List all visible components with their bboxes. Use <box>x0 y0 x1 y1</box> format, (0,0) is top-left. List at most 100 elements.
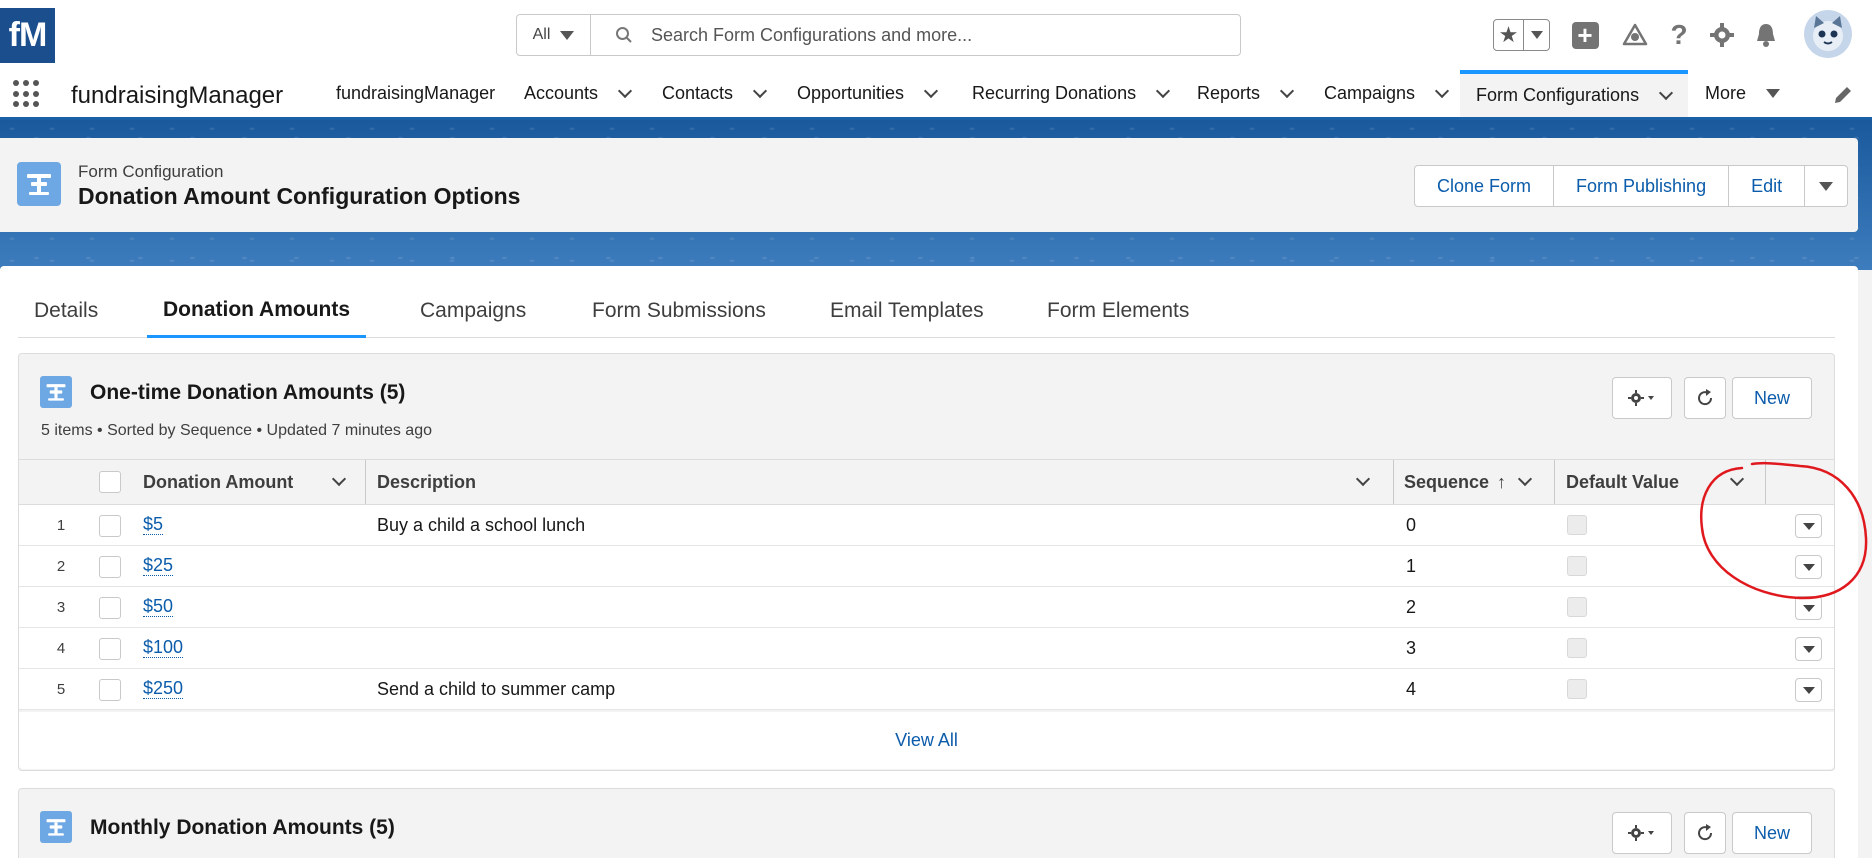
donation-amount-link[interactable]: $25 <box>143 555 174 577</box>
table-row: 3 $50 2 <box>19 587 1834 628</box>
search-input[interactable] <box>651 24 1211 46</box>
tab-donation-amounts[interactable]: Donation Amounts <box>147 284 367 338</box>
form-configuration-object-icon <box>17 162 61 206</box>
chevron-down-icon[interactable] <box>331 471 347 487</box>
donation-amount-link[interactable]: $250 <box>143 678 184 700</box>
app-logo[interactable]: fM <box>0 8 55 63</box>
favorites-menu-button[interactable] <box>1524 20 1549 50</box>
trailhead-icon[interactable] <box>1621 21 1649 49</box>
column-header-description[interactable]: Description <box>377 460 476 504</box>
refresh-button[interactable] <box>1684 377 1726 419</box>
tab-campaigns[interactable]: Campaigns <box>420 284 526 338</box>
chevron-down-icon[interactable] <box>1279 83 1295 98</box>
select-all-checkbox[interactable] <box>99 471 121 493</box>
nav-item-label: Campaigns <box>1324 83 1416 103</box>
row-number: 2 <box>56 557 66 575</box>
table-row: 5 $250 Send a child to summer camp 4 <box>19 669 1834 710</box>
notifications-bell-icon[interactable] <box>1752 21 1780 49</box>
form-publishing-button[interactable]: Form Publishing <box>1554 166 1730 206</box>
new-button[interactable]: New <box>1732 812 1812 854</box>
chevron-down-icon[interactable] <box>1156 83 1171 98</box>
gear-icon <box>1628 390 1654 406</box>
description-cell: Buy a child a school lunch <box>377 514 586 535</box>
row-actions-button[interactable] <box>1795 514 1822 538</box>
row-checkbox[interactable] <box>99 515 121 537</box>
one-time-list-title[interactable]: One-time Donation Amounts (5) <box>90 381 405 405</box>
donation-amount-link[interactable]: $5 <box>143 514 164 536</box>
nav-item-recurring-donations[interactable]: Recurring Donations <box>972 70 1171 117</box>
clone-form-button[interactable]: Clone Form <box>1415 166 1555 206</box>
nav-more-menu[interactable]: More <box>1705 70 1781 117</box>
column-divider[interactable] <box>1765 460 1766 504</box>
chevron-down-icon[interactable] <box>1434 83 1450 98</box>
new-button[interactable]: New <box>1732 377 1812 419</box>
refresh-button[interactable] <box>1684 812 1726 854</box>
monthly-list-title[interactable]: Monthly Donation Amounts (5) <box>90 816 395 840</box>
chevron-down-icon <box>1802 563 1815 571</box>
row-actions-button[interactable] <box>1795 555 1822 579</box>
chevron-down-icon[interactable] <box>752 83 768 98</box>
row-actions-button[interactable] <box>1795 596 1822 620</box>
row-checkbox[interactable] <box>99 556 121 578</box>
nav-item-opportunities[interactable]: Opportunities <box>797 70 939 117</box>
user-avatar[interactable] <box>1804 10 1852 58</box>
nav-item-label: Recurring Donations <box>972 83 1137 103</box>
default-value-checkbox <box>1567 638 1587 658</box>
table-header: Donation Amount Description Sequence ↑ D… <box>19 459 1834 505</box>
edit-nav-pencil-icon[interactable] <box>1832 84 1854 106</box>
view-all-link[interactable]: View All <box>19 712 1834 769</box>
donation-amount-link[interactable]: $50 <box>143 596 174 618</box>
chevron-down-icon[interactable] <box>1517 471 1533 487</box>
donation-amount-link[interactable]: $100 <box>143 637 184 659</box>
tab-form-submissions[interactable]: Form Submissions <box>592 284 766 338</box>
search-scope-dropdown[interactable]: All <box>517 15 591 55</box>
chevron-down-icon <box>1802 686 1815 694</box>
chevron-down-icon[interactable] <box>1729 471 1745 487</box>
tab-details[interactable]: Details <box>34 284 98 338</box>
favorites-star-icon[interactable]: ★ <box>1494 20 1524 50</box>
column-divider[interactable] <box>1554 460 1555 504</box>
sequence-cell: 1 <box>1406 555 1417 576</box>
donation-amount-object-icon <box>40 811 72 843</box>
default-value-checkbox <box>1567 515 1587 535</box>
nav-item-reports[interactable]: Reports <box>1197 70 1295 117</box>
chevron-down-icon[interactable] <box>1659 85 1674 100</box>
chevron-down-icon[interactable] <box>923 83 939 98</box>
favorites-group: ★ <box>1493 19 1550 51</box>
nav-item-campaigns[interactable]: Campaigns <box>1324 70 1450 117</box>
nav-item-accounts[interactable]: Accounts <box>524 70 633 117</box>
default-value-checkbox <box>1567 597 1587 617</box>
row-number: 5 <box>56 680 66 698</box>
column-header-donation-amount[interactable]: Donation Amount <box>143 460 293 504</box>
tab-form-elements[interactable]: Form Elements <box>1047 284 1189 338</box>
row-checkbox[interactable] <box>99 679 121 701</box>
sequence-cell: 3 <box>1406 637 1417 658</box>
setup-gear-icon[interactable] <box>1708 21 1736 49</box>
nav-item-contacts[interactable]: Contacts <box>662 70 768 117</box>
edit-button[interactable]: Edit <box>1729 166 1806 206</box>
column-header-sequence[interactable]: Sequence ↑ <box>1404 460 1506 504</box>
row-actions-button[interactable] <box>1795 678 1822 702</box>
global-actions-button[interactable]: + <box>1571 21 1599 49</box>
column-divider[interactable] <box>365 460 366 504</box>
list-settings-button[interactable] <box>1612 377 1672 419</box>
donation-amount-object-icon <box>40 376 72 408</box>
chevron-down-icon[interactable] <box>1355 471 1371 487</box>
nav-item-form-configurations[interactable]: Form Configurations <box>1460 70 1688 117</box>
nav-item-home[interactable]: fundraisingManager <box>336 70 495 117</box>
nav-item-label: Contacts <box>662 83 734 103</box>
chevron-down-icon[interactable] <box>617 83 633 98</box>
list-settings-button[interactable] <box>1612 812 1672 854</box>
column-divider[interactable] <box>1393 460 1394 504</box>
app-navigation: fundraisingManager fundraisingManager Ac… <box>0 70 1872 120</box>
nav-item-label: fundraisingManager <box>336 83 496 103</box>
app-launcher-icon[interactable] <box>13 80 41 108</box>
tab-email-templates[interactable]: Email Templates <box>830 284 984 338</box>
help-icon[interactable]: ? <box>1665 19 1693 50</box>
app-name: fundraisingManager <box>71 82 284 109</box>
more-actions-button[interactable] <box>1805 166 1847 206</box>
row-checkbox[interactable] <box>99 597 121 619</box>
column-header-default-value[interactable]: Default Value <box>1566 460 1679 504</box>
row-checkbox[interactable] <box>99 638 121 660</box>
row-actions-button[interactable] <box>1795 637 1822 661</box>
